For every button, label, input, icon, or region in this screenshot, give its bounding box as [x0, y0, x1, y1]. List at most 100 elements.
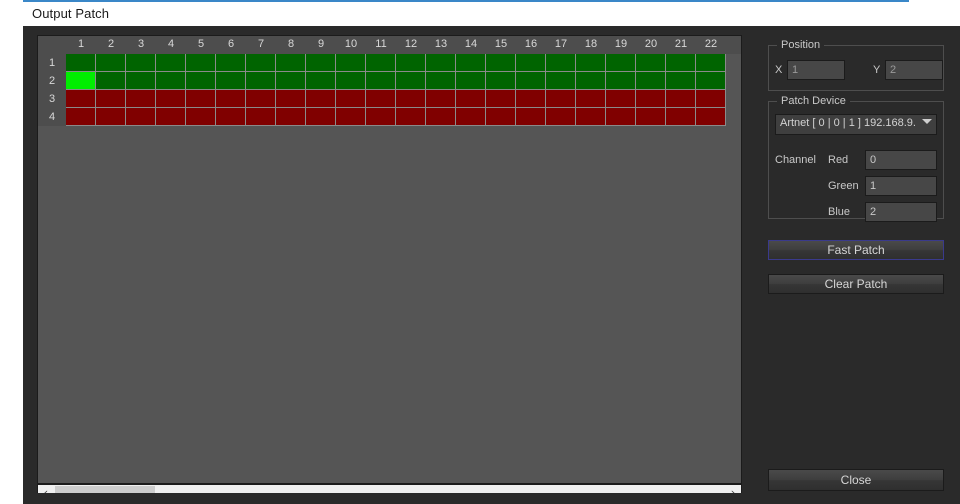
- grid-cell[interactable]: [486, 72, 516, 90]
- grid-cell[interactable]: [576, 90, 606, 108]
- grid-cell[interactable]: [606, 108, 636, 126]
- grid-cell[interactable]: [216, 90, 246, 108]
- grid-cell[interactable]: [276, 72, 306, 90]
- grid-cell[interactable]: [636, 90, 666, 108]
- grid-cell[interactable]: [66, 54, 96, 72]
- grid-cell[interactable]: [606, 72, 636, 90]
- grid-cell[interactable]: [516, 108, 546, 126]
- grid-cell[interactable]: [456, 90, 486, 108]
- grid-cell[interactable]: [156, 90, 186, 108]
- grid-cell[interactable]: [126, 72, 156, 90]
- grid-cell[interactable]: [546, 108, 576, 126]
- grid-cell[interactable]: [336, 72, 366, 90]
- grid-cell[interactable]: [246, 90, 276, 108]
- grid-cell[interactable]: [396, 90, 426, 108]
- grid-cell[interactable]: [126, 90, 156, 108]
- grid-cell[interactable]: [696, 54, 726, 72]
- grid-cell[interactable]: [456, 72, 486, 90]
- grid-cell[interactable]: [396, 108, 426, 126]
- grid-cell[interactable]: [696, 108, 726, 126]
- grid-cell[interactable]: [186, 108, 216, 126]
- grid-cell[interactable]: [576, 108, 606, 126]
- close-button[interactable]: Close: [768, 469, 944, 491]
- grid-cell[interactable]: [606, 90, 636, 108]
- grid-cell[interactable]: [96, 72, 126, 90]
- grid-cell[interactable]: [666, 108, 696, 126]
- grid-cell[interactable]: [636, 72, 666, 90]
- blue-channel-input[interactable]: 2: [865, 202, 937, 222]
- grid-cell[interactable]: [246, 54, 276, 72]
- grid-cell[interactable]: [306, 108, 336, 126]
- grid-cell[interactable]: [426, 90, 456, 108]
- grid-cell[interactable]: [666, 90, 696, 108]
- grid-cell[interactable]: [186, 54, 216, 72]
- grid-cell[interactable]: [396, 54, 426, 72]
- grid-column-label: 22: [704, 38, 718, 50]
- grid-cell[interactable]: [576, 72, 606, 90]
- grid-cell[interactable]: [456, 54, 486, 72]
- grid-cell[interactable]: [186, 90, 216, 108]
- grid-cell[interactable]: [276, 90, 306, 108]
- grid-cell[interactable]: [306, 90, 336, 108]
- grid-cell[interactable]: [666, 54, 696, 72]
- grid-cell[interactable]: [366, 90, 396, 108]
- grid-cell[interactable]: [486, 108, 516, 126]
- grid-cell[interactable]: [156, 108, 186, 126]
- x-input[interactable]: 1: [787, 60, 845, 80]
- grid-cell[interactable]: [306, 72, 336, 90]
- grid-cell[interactable]: [516, 54, 546, 72]
- y-input[interactable]: 2: [885, 60, 943, 80]
- grid-cell[interactable]: [546, 54, 576, 72]
- grid-cell[interactable]: [516, 90, 546, 108]
- grid-cell[interactable]: [96, 108, 126, 126]
- grid-cell[interactable]: [276, 108, 306, 126]
- grid-cell[interactable]: [576, 54, 606, 72]
- green-channel-input[interactable]: 1: [865, 176, 937, 196]
- grid-cell[interactable]: [426, 108, 456, 126]
- grid-cell[interactable]: [666, 72, 696, 90]
- grid-cell[interactable]: [636, 54, 666, 72]
- grid-cell[interactable]: [636, 108, 666, 126]
- grid-cell[interactable]: [126, 108, 156, 126]
- grid-cell[interactable]: [426, 72, 456, 90]
- patch-grid-panel[interactable]: 1 2 3 4 5 6 7 8 9 10 11 12 13 14 15 16 17 18 19 20 21 22 1234: [37, 35, 742, 484]
- grid-cell[interactable]: [66, 108, 96, 126]
- grid-cell[interactable]: [456, 108, 486, 126]
- grid-cell[interactable]: [156, 72, 186, 90]
- grid-cell[interactable]: [396, 72, 426, 90]
- patch-device-group-title: Patch Device: [777, 95, 850, 107]
- red-channel-input[interactable]: 0: [865, 150, 937, 170]
- clear-patch-button[interactable]: Clear Patch: [768, 274, 944, 294]
- grid-cell[interactable]: [336, 108, 366, 126]
- grid-cell[interactable]: [366, 108, 396, 126]
- grid-cell[interactable]: [66, 72, 96, 90]
- grid-cell[interactable]: [96, 54, 126, 72]
- grid-cell[interactable]: [216, 72, 246, 90]
- grid-cell[interactable]: [696, 72, 726, 90]
- grid-cell[interactable]: [366, 72, 396, 90]
- grid-cell[interactable]: [516, 72, 546, 90]
- grid-cell[interactable]: [96, 90, 126, 108]
- grid-cell[interactable]: [546, 90, 576, 108]
- grid-cell[interactable]: [336, 54, 366, 72]
- grid-cell[interactable]: [486, 54, 516, 72]
- grid-cell[interactable]: [246, 108, 276, 126]
- grid-cell[interactable]: [486, 90, 516, 108]
- patch-device-select[interactable]: Artnet [ 0 | 0 | 1 ] 192.168.9.: [775, 114, 937, 135]
- grid-cell[interactable]: [246, 72, 276, 90]
- fast-patch-button[interactable]: Fast Patch: [768, 240, 944, 260]
- grid-cell[interactable]: [336, 90, 366, 108]
- grid-cell[interactable]: [126, 54, 156, 72]
- grid-cell[interactable]: [276, 54, 306, 72]
- grid-cell[interactable]: [66, 90, 96, 108]
- grid-cell[interactable]: [546, 72, 576, 90]
- grid-cell[interactable]: [216, 108, 246, 126]
- grid-cell[interactable]: [606, 54, 636, 72]
- grid-cell[interactable]: [186, 72, 216, 90]
- grid-cell[interactable]: [216, 54, 246, 72]
- grid-cell[interactable]: [426, 54, 456, 72]
- grid-cell[interactable]: [696, 90, 726, 108]
- grid-cell[interactable]: [306, 54, 336, 72]
- grid-cell[interactable]: [366, 54, 396, 72]
- grid-cell[interactable]: [156, 54, 186, 72]
